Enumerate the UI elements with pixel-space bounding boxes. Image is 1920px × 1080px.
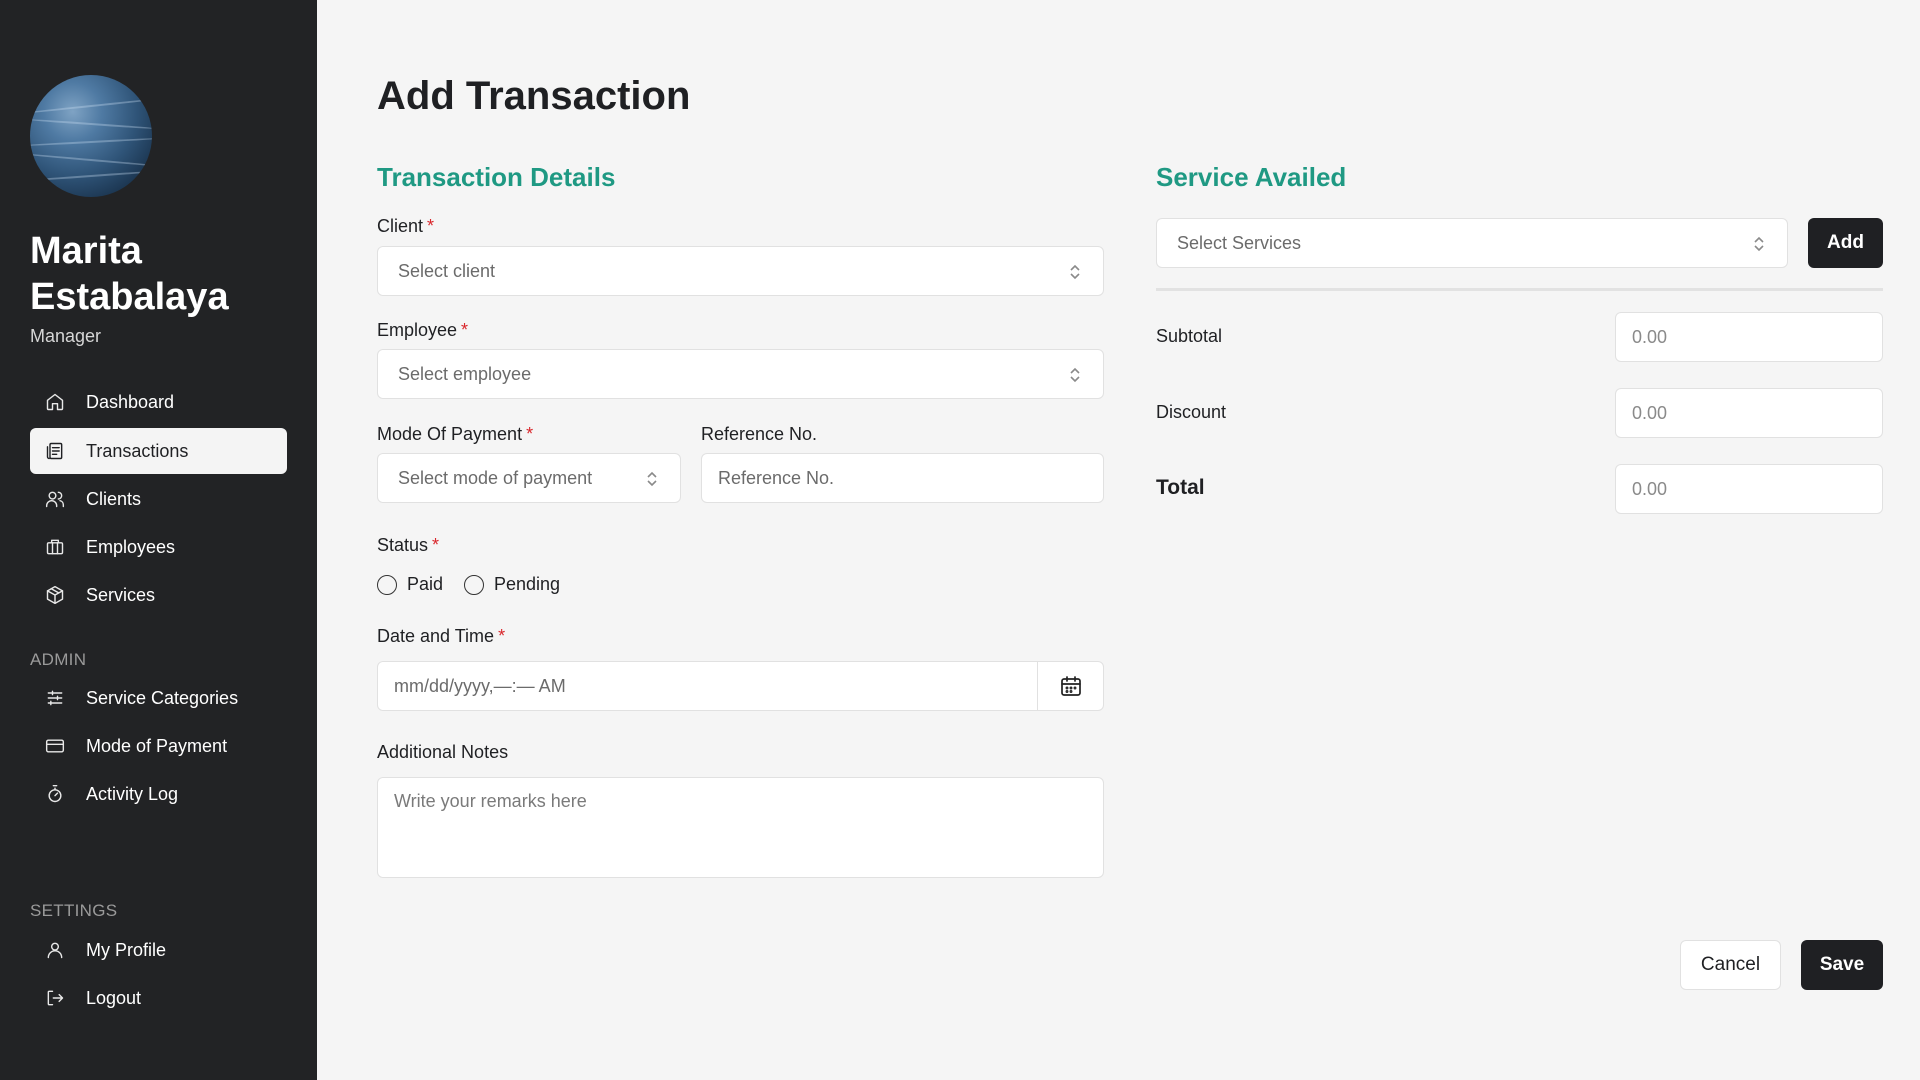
total-input[interactable]: 0.00 [1615, 464, 1883, 514]
sidebar-item-label: Service Categories [86, 687, 239, 708]
required-mark: * [498, 626, 506, 646]
reference-label: Reference No. [701, 424, 818, 444]
sidebar-item-label: Mode of Payment [86, 735, 228, 756]
user-name: Marita Estabalaya [30, 230, 229, 318]
sidebar-item-service-categories[interactable]: Service Categories [30, 675, 287, 721]
notes-label: Additional Notes [377, 742, 509, 762]
sidebar-item-dashboard[interactable]: Dashboard [30, 379, 287, 425]
sidebar-item-mode-of-payment[interactable]: Mode of Payment [30, 723, 287, 769]
payment-select[interactable]: Select mode of payment [377, 453, 681, 503]
required-mark: * [427, 216, 435, 236]
user-icon [44, 939, 66, 961]
employee-select-value: Select employee [398, 363, 532, 384]
sidebar-item-activity-log[interactable]: Activity Log [30, 771, 287, 817]
sidebar-item-label: Employees [86, 536, 176, 557]
payment-label-text: Mode Of Payment [377, 424, 523, 444]
employee-select[interactable]: Select employee [377, 349, 1104, 399]
cancel-button[interactable]: Cancel [1680, 940, 1781, 990]
avatar[interactable] [30, 75, 152, 197]
datetime-label: Date and Time * [377, 626, 505, 647]
paid-radio[interactable] [377, 574, 397, 595]
client-select[interactable]: Select client [377, 246, 1104, 296]
services-select[interactable]: Select Services [1156, 218, 1788, 268]
client-label-text: Client [377, 216, 424, 236]
page-title: Add Transaction [377, 74, 691, 118]
reference-input[interactable]: Reference No. [701, 453, 1104, 503]
employee-label-text: Employee [377, 320, 458, 340]
sidebar-item-label: Transactions [86, 440, 189, 461]
chevron-up-down-icon [646, 471, 658, 487]
datetime-input[interactable]: mm/dd/yyyy,—:— AM [377, 661, 1104, 711]
save-button[interactable]: Save [1801, 940, 1883, 990]
receipt-icon [44, 440, 66, 462]
subtotal-label: Subtotal [1156, 326, 1223, 346]
required-mark: * [526, 424, 534, 444]
credit-card-icon [44, 735, 66, 757]
client-select-value: Select client [398, 260, 496, 281]
user-role: Manager [30, 326, 102, 346]
divider [1156, 288, 1883, 291]
datetime-input-value: mm/dd/yyyy,—:— AM [394, 676, 566, 696]
discount-input[interactable]: 0.00 [1615, 388, 1883, 438]
sidebar: Marita Estabalaya Manager Dashboard Tran… [0, 0, 317, 1080]
service-availed-title: Service Availed [1156, 162, 1347, 192]
status-pending-option[interactable]: Pending [464, 574, 560, 595]
add-service-button[interactable]: Add [1808, 218, 1883, 268]
status-label-text: Status [377, 535, 429, 555]
client-label: Client * [377, 216, 434, 237]
discount-label: Discount [1156, 402, 1227, 422]
pending-radio[interactable] [464, 574, 484, 595]
sidebar-item-label: Logout [86, 987, 142, 1008]
sidebar-item-label: Services [86, 584, 156, 605]
admin-section-label: ADMIN [30, 650, 87, 669]
subtotal-input[interactable]: 0.00 [1615, 312, 1883, 362]
users-icon [44, 488, 66, 510]
sidebar-item-label: Activity Log [86, 783, 179, 804]
sidebar-item-employees[interactable]: Employees [30, 524, 287, 570]
payment-label: Mode Of Payment * [377, 424, 533, 445]
status-label: Status * [377, 535, 439, 556]
payment-select-value: Select mode of payment [398, 467, 593, 488]
employee-label: Employee * [377, 320, 468, 341]
notes-textarea[interactable]: Write your remarks here [377, 777, 1104, 878]
sidebar-item-label: My Profile [86, 939, 167, 960]
sidebar-item-label: Clients [86, 488, 142, 509]
status-paid-option[interactable]: Paid [377, 574, 443, 595]
required-mark: * [461, 320, 469, 340]
chevron-up-down-icon [1069, 264, 1081, 280]
chevron-up-down-icon [1069, 367, 1081, 383]
sidebar-item-my-profile[interactable]: My Profile [30, 927, 287, 973]
sidebar-item-transactions[interactable]: Transactions [30, 428, 287, 474]
pending-radio-label: Pending [494, 574, 561, 594]
sidebar-item-services[interactable]: Services [30, 572, 287, 618]
total-label: Total [1156, 476, 1205, 499]
calendar-icon [1059, 674, 1083, 698]
chevron-up-down-icon [1753, 236, 1765, 252]
paid-radio-label: Paid [407, 574, 444, 594]
sidebar-item-label: Dashboard [86, 391, 175, 412]
transaction-details-title: Transaction Details [377, 162, 616, 192]
sidebar-item-logout[interactable]: Logout [30, 975, 287, 1021]
calendar-button[interactable] [1037, 662, 1103, 710]
sliders-icon [44, 687, 66, 709]
package-icon [44, 584, 66, 606]
settings-section-label: SETTINGS [30, 901, 118, 920]
home-icon [44, 391, 66, 413]
timer-icon [44, 783, 66, 805]
logout-icon [44, 987, 66, 1009]
briefcase-icon [44, 536, 66, 558]
sidebar-item-clients[interactable]: Clients [30, 476, 287, 522]
services-select-value: Select Services [1177, 232, 1302, 253]
required-mark: * [432, 535, 440, 555]
datetime-label-text: Date and Time [377, 626, 495, 646]
